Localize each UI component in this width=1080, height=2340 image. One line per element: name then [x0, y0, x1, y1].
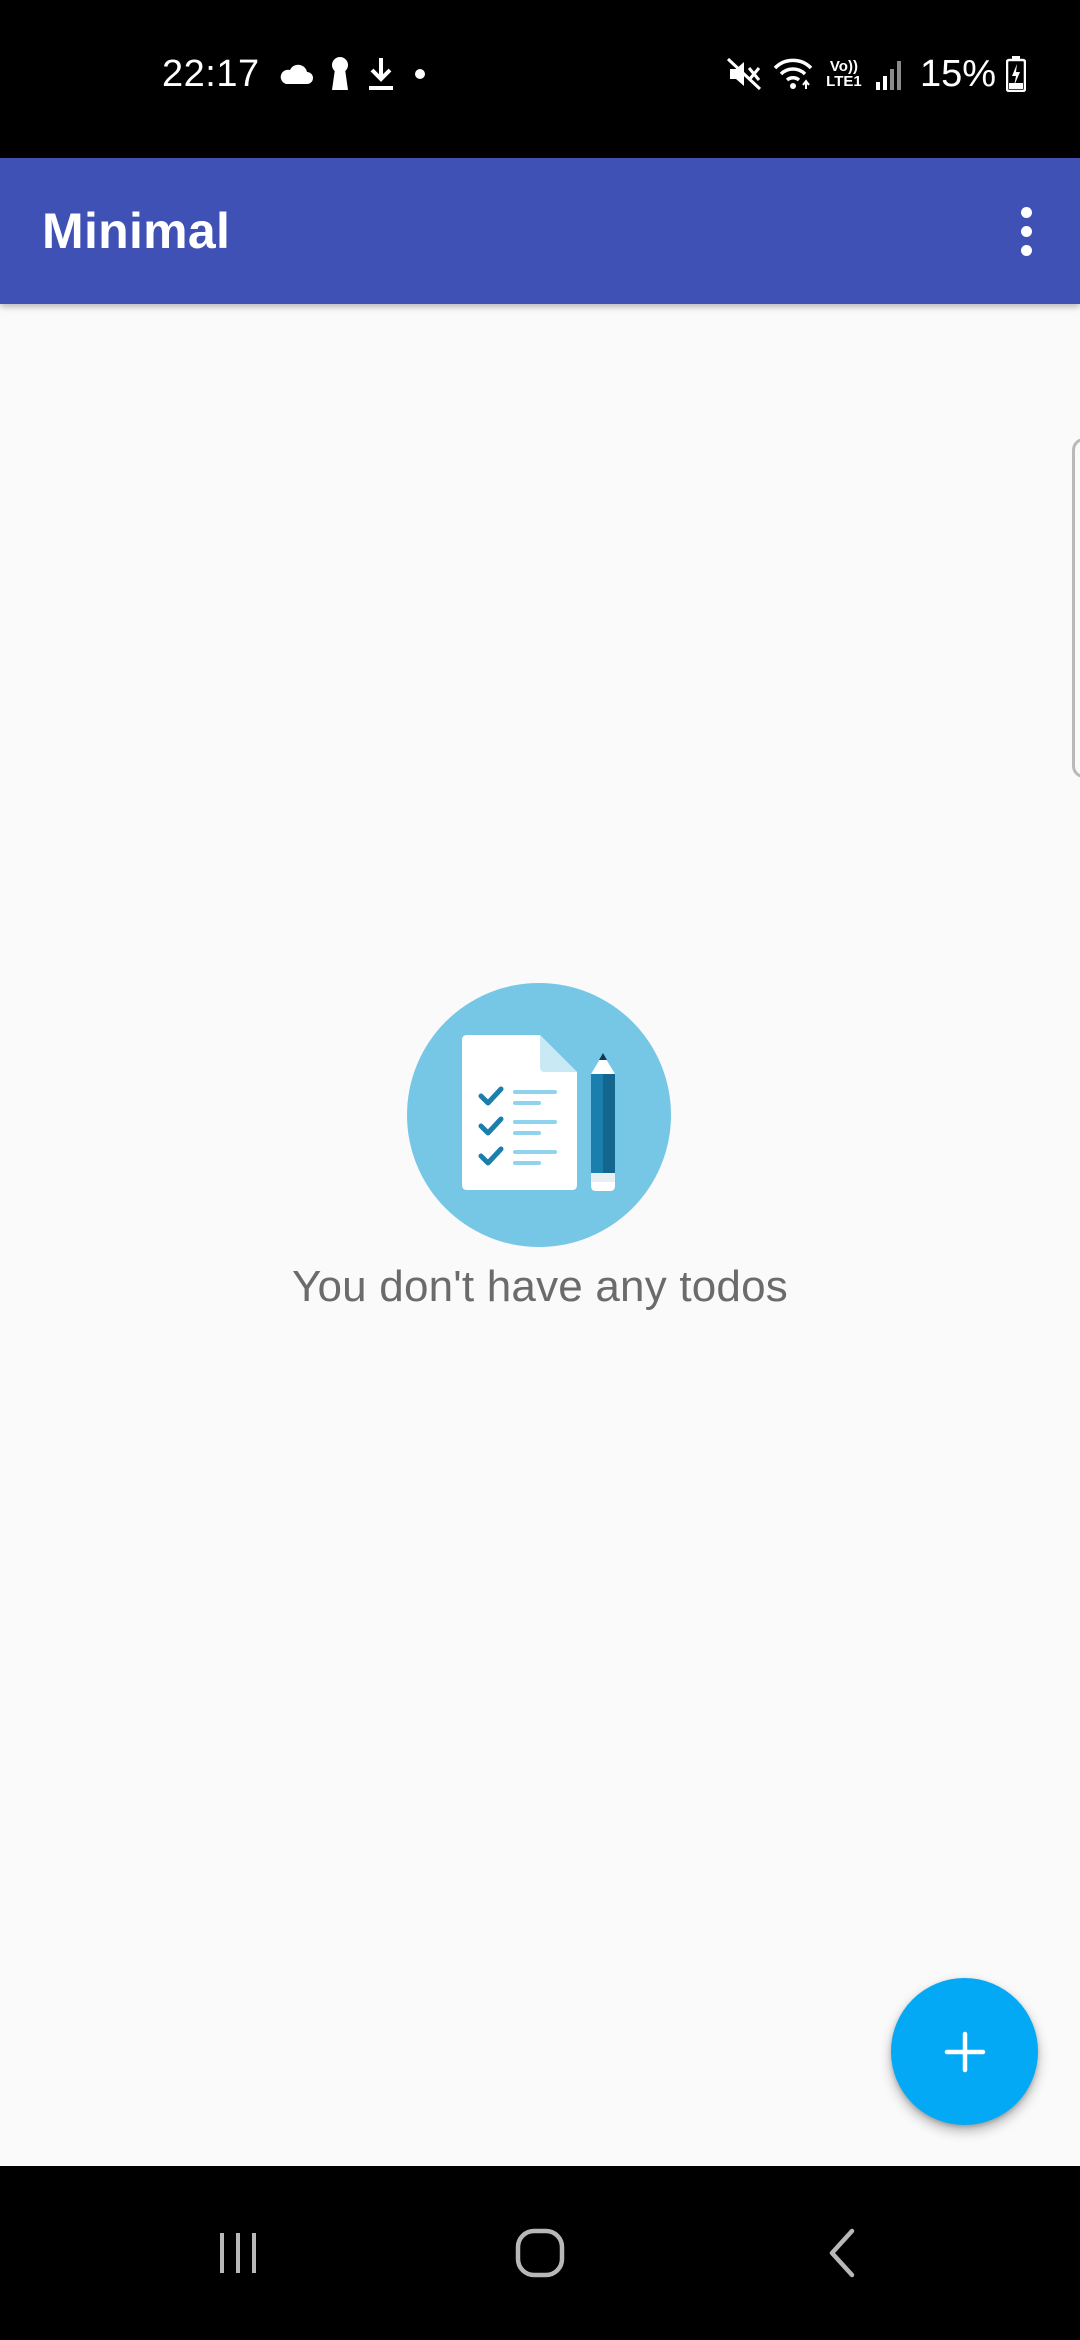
more-vert-icon	[1020, 206, 1032, 218]
navigation-bar	[0, 2166, 1080, 2340]
lte-label: LTE1	[826, 73, 862, 90]
back-button[interactable]	[752, 2166, 932, 2340]
download-icon	[366, 56, 396, 92]
recents-icon	[220, 2233, 256, 2273]
todo-checklist-pencil-icon	[407, 983, 671, 1247]
battery-charging-icon	[1006, 56, 1026, 92]
status-bar-left: 22:17	[162, 44, 430, 104]
add-todo-button[interactable]	[891, 1978, 1038, 2125]
home-button[interactable]	[450, 2166, 630, 2340]
volte-lte-icon: Vo)) LTE1	[824, 59, 864, 89]
back-icon	[829, 2228, 855, 2278]
app-title: Minimal	[42, 203, 231, 259]
home-icon	[515, 2228, 565, 2278]
app-screen: 22:17 Vo)) LTE1 15% Minimal You don't ha…	[0, 0, 1080, 2340]
empty-state-message: You don't have any todos	[292, 1262, 788, 1311]
more-vert-icon-dot	[1020, 225, 1032, 237]
wifi-icon	[772, 57, 814, 91]
cloud-icon	[278, 63, 314, 85]
mute-icon	[726, 56, 762, 92]
plus-icon	[944, 2031, 985, 2072]
more-vert-icon-dot	[1020, 244, 1032, 256]
more-options-button[interactable]	[996, 191, 1056, 271]
volte-label: Vo))	[829, 58, 858, 75]
status-bar: 22:17 Vo)) LTE1 15%	[0, 0, 1080, 158]
edge-panel-handle[interactable]	[1072, 438, 1080, 778]
status-bar-right: Vo)) LTE1 15%	[726, 44, 1026, 104]
status-time: 22:17	[162, 52, 260, 95]
recents-button[interactable]	[148, 2166, 328, 2340]
signal-icon	[874, 58, 904, 90]
keyhole-icon	[328, 56, 352, 92]
app-bar: Minimal	[0, 158, 1080, 304]
notification-dot-icon	[410, 64, 430, 84]
battery-percent: 15%	[919, 52, 996, 95]
